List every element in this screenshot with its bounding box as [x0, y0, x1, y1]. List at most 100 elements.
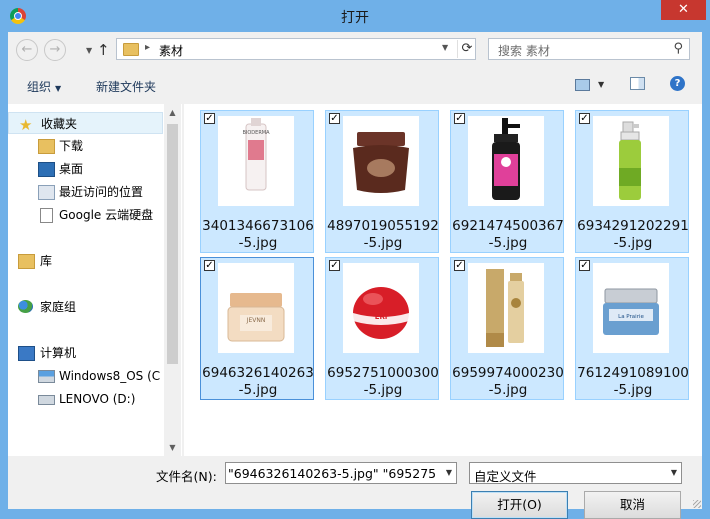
back-button[interactable]: ←: [16, 39, 38, 61]
file-name-line1: 6921474500367: [452, 218, 564, 234]
resize-grip[interactable]: [693, 500, 701, 508]
file-checkbox[interactable]: ✓: [579, 260, 590, 271]
file-thumbnail: ERi: [343, 263, 419, 353]
scrollbar-thumb[interactable]: [167, 124, 178, 364]
file-item[interactable]: ✓ 6959974000230 -5.jpg: [450, 257, 564, 400]
folder-icon: [123, 43, 139, 56]
dialog-title: 打开: [341, 10, 369, 26]
file-name-line1: 4897019055192: [327, 218, 439, 234]
file-item[interactable]: ✓ La Prairie 7612491089100 -5.jpg: [575, 257, 689, 400]
search-icon[interactable]: ⚲: [673, 41, 683, 56]
file-name-line1: 3401346673106: [202, 218, 314, 234]
address-bar[interactable]: ▸ 素材 ▼ ⟳: [116, 38, 476, 60]
sidebar-item-computer[interactable]: 计算机: [8, 342, 163, 364]
file-item[interactable]: ✓ ERi 6952751000300 -5.jpg: [325, 257, 439, 400]
filename-history-dropdown-icon[interactable]: ▼: [446, 468, 452, 477]
sidebar-item-drive-d[interactable]: LENOVO (D:): [8, 388, 163, 410]
file-checkbox[interactable]: ✓: [454, 260, 465, 271]
organize-menu-button[interactable]: 组织 ▼: [27, 78, 61, 95]
file-item[interactable]: ✓ BIODERMA 3401346673106 -5.jpg: [200, 110, 314, 253]
sidebar-item-label: 桌面: [59, 162, 84, 176]
sidebar-item-google-drive[interactable]: Google 云端硬盘: [8, 204, 163, 226]
download-icon: [38, 139, 55, 154]
file-name-line2: -5.jpg: [238, 382, 278, 398]
brand-text-la-prairie: La Prairie: [618, 314, 644, 320]
preview-pane-icon[interactable]: [630, 77, 645, 90]
sidebar-item-recent-places[interactable]: 最近访问的位置: [8, 181, 163, 203]
file-name-line1: 7612491089100: [577, 365, 689, 381]
file-thumbnail: [468, 116, 544, 206]
close-button[interactable]: ✕: [661, 0, 706, 20]
file-thumbnail: [468, 263, 544, 353]
star-icon: ★: [19, 116, 33, 134]
file-name-line1: 6952751000300: [327, 365, 439, 381]
command-toolbar: 组织 ▼ 新建文件夹 ▼ ?: [8, 68, 702, 102]
scroll-down-arrow-icon[interactable]: ▼: [164, 439, 181, 456]
change-view-icon[interactable]: [575, 79, 590, 91]
file-name-line2: -5.jpg: [488, 382, 528, 398]
file-checkbox[interactable]: ✓: [579, 113, 590, 124]
breadcrumb-current-folder[interactable]: 素材: [159, 42, 183, 59]
file-list: ✓ BIODERMA 3401346673106 -5.jpg ✓ 489701…: [184, 104, 702, 456]
filename-value[interactable]: "6946326140263-5.jpg" "695275: [228, 466, 438, 481]
up-one-level-button[interactable]: ↑: [97, 41, 110, 59]
file-name-line2: -5.jpg: [488, 235, 528, 251]
help-icon[interactable]: ?: [670, 76, 685, 91]
sidebar-item-drive-c[interactable]: Windows8_OS (C: [8, 365, 163, 387]
chevron-down-icon: ▼: [55, 84, 62, 93]
brand-text-jevnn: JEVNN: [246, 317, 266, 324]
view-options-dropdown[interactable]: ▼: [598, 80, 604, 89]
file-type-value: 自定义文件: [474, 469, 537, 484]
file-checkbox[interactable]: ✓: [204, 113, 215, 124]
file-thumbnail: [593, 116, 669, 206]
new-folder-button[interactable]: 新建文件夹: [96, 78, 156, 95]
drive-c-icon: [38, 370, 55, 383]
file-checkbox[interactable]: ✓: [204, 260, 215, 271]
library-icon: [18, 254, 35, 269]
file-checkbox[interactable]: ✓: [329, 260, 340, 271]
file-item[interactable]: ✓ 4897019055192 -5.jpg: [325, 110, 439, 253]
file-name: 6921474500367 -5.jpg: [451, 218, 565, 252]
sidebar-item-label: 下载: [59, 139, 84, 153]
dialog-body: ← → ▼ ↑ ▸ 素材 ▼ ⟳ 搜索 素材 ⚲ 组织▼ 新建文件夹 ▼ ?: [8, 32, 702, 519]
refresh-button[interactable]: ⟳: [457, 40, 476, 58]
sidebar-item-favorites[interactable]: ★ 收藏夹: [8, 112, 163, 134]
computer-icon: [18, 346, 35, 361]
navigation-pane: ★ 收藏夹 下载 桌面 最近访问的位置 Google 云端硬盘 库 家庭组 计算…: [8, 104, 182, 456]
cancel-button[interactable]: 取消: [584, 491, 681, 519]
sidebar-item-label: 库: [40, 254, 53, 268]
sidebar-item-desktop[interactable]: 桌面: [8, 158, 163, 180]
breadcrumb-separator-icon[interactable]: ▸: [145, 42, 150, 53]
title-bar[interactable]: 打开 ✕: [0, 0, 710, 32]
file-type-select[interactable]: 自定义文件 ▼: [469, 462, 682, 484]
recent-places-icon: [38, 185, 55, 200]
file-item[interactable]: ✓ JEVNN 6946326140263 -5.jpg: [200, 257, 314, 400]
chevron-down-icon[interactable]: ▼: [671, 468, 677, 477]
sidebar-item-homegroup[interactable]: 家庭组: [8, 296, 163, 318]
file-thumbnail: BIODERMA: [218, 116, 294, 206]
address-history-dropdown[interactable]: ▼: [442, 43, 448, 52]
forward-button[interactable]: →: [44, 39, 66, 61]
file-checkbox[interactable]: ✓: [329, 113, 340, 124]
sidebar-item-libraries[interactable]: 库: [8, 250, 163, 272]
filename-field[interactable]: "6946326140263-5.jpg" "695275 ▼: [225, 462, 457, 484]
scroll-up-arrow-icon[interactable]: ▲: [164, 104, 181, 121]
sidebar-item-downloads[interactable]: 下载: [8, 135, 163, 157]
file-name-line1: 6934291202291: [577, 218, 689, 234]
navigation-scrollbar[interactable]: ▲ ▼: [164, 104, 181, 456]
search-input[interactable]: 搜索 素材 ⚲: [488, 38, 690, 60]
file-checkbox[interactable]: ✓: [454, 113, 465, 124]
file-name-line2: -5.jpg: [363, 382, 403, 398]
file-name: 7612491089100 -5.jpg: [576, 365, 690, 399]
document-icon: [40, 208, 53, 223]
file-name-line1: 6959974000230: [452, 365, 564, 381]
file-thumbnail: JEVNN: [218, 263, 294, 353]
file-name-line2: -5.jpg: [238, 235, 278, 251]
file-thumbnail: [343, 116, 419, 206]
recent-locations-dropdown[interactable]: ▼: [86, 46, 92, 55]
open-button[interactable]: 打开(O): [471, 491, 568, 519]
desktop-icon: [38, 162, 55, 177]
file-name: 3401346673106 -5.jpg: [201, 218, 315, 252]
file-item[interactable]: ✓ 6921474500367 -5.jpg: [450, 110, 564, 253]
file-item[interactable]: ✓ 6934291202291 -5.jpg: [575, 110, 689, 253]
